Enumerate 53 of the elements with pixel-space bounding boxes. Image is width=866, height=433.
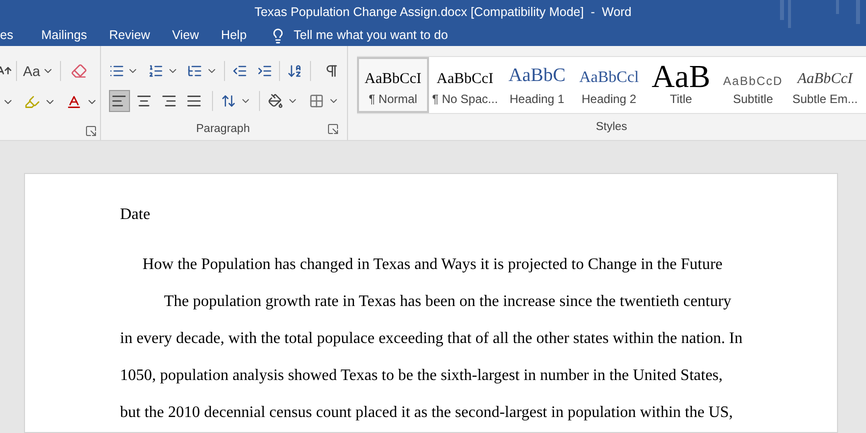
document-paragraph: How the Population has changed in Texas and Ways it is projected to Change in the Future (142, 255, 724, 275)
align-left-icon (111, 93, 128, 109)
style-tile[interactable]: AaBbC Heading 1 (501, 57, 573, 113)
style-preview: AaBbC (508, 64, 566, 88)
style-name: Title (670, 91, 692, 108)
sort-icon[interactable] (287, 63, 303, 79)
bullets-icon[interactable] (109, 63, 124, 79)
style-name: Subtle Em... (792, 91, 858, 108)
style-tile[interactable]: AaBbCcI Subtle Em... (789, 57, 861, 113)
align-right-icon (160, 93, 177, 109)
style-name: Heading 2 (582, 91, 636, 108)
group-label: Styles (596, 121, 628, 133)
ribbon-tab[interactable]: View (161, 26, 210, 45)
align-justify-icon (186, 93, 202, 109)
document-paragraph: Date (120, 205, 152, 225)
window-title: Texas Population Change Assign.docx [Compatibility Mode] - Word (254, 4, 632, 22)
document-paragraph: The population growth rate in Texas has been on the increase since the twentieth century in every decade, with the total populace exceeding that of all the other states within the nation. In 1050, population analysis showed Texas to be the sixth-largest in number in the United States, but the 2010 decennial census count placed it as the second-largest in population within the US, (120, 292, 744, 423)
align-center-icon (136, 93, 152, 109)
tell-me-search[interactable]: Tell me what you want to do (294, 26, 448, 45)
change-case-button[interactable]: Aa (21, 60, 56, 82)
style-tile[interactable]: AaBbCcD Subtitle (717, 57, 789, 113)
clear-formatting-icon[interactable] (71, 63, 88, 79)
style-tile[interactable]: AaBbCcI ¶ No Spac... (429, 57, 501, 113)
style-tile[interactable]: AaBbCcl Heading 2 (573, 57, 645, 113)
style-preview: AaBbCcI (364, 70, 422, 88)
style-preview: AaBbCcl (579, 68, 639, 88)
style-preview: AaBbCcI (798, 70, 852, 88)
style-tile[interactable]: AaBbCcI ¶ Normal (357, 57, 429, 113)
style-name: Heading 1 (510, 91, 564, 108)
style-name: Subtitle (732, 91, 774, 108)
ribbon-tab[interactable]: Review (98, 26, 162, 45)
show-formatting-icon[interactable] (324, 63, 340, 79)
ribbon-tab[interactable]: Mailings (30, 26, 98, 45)
style-preview: AaB (652, 62, 710, 90)
style-name: ¶ Normal (368, 91, 418, 108)
decrease-indent-icon[interactable] (232, 63, 248, 79)
style-tile[interactable]: AaB Title (645, 57, 717, 113)
ribbon-tab[interactable]: es (0, 26, 30, 45)
ribbon-tab[interactable]: Help (210, 26, 258, 45)
style-preview: AaBbCcI (436, 70, 494, 88)
borders-icon[interactable] (308, 93, 324, 109)
increase-indent-icon[interactable] (256, 63, 272, 79)
line-spacing-icon[interactable] (221, 93, 236, 109)
align-button[interactable] (109, 90, 130, 112)
dialog-launcher-icon[interactable] (85, 125, 97, 137)
style-preview: AaBbCcD (723, 73, 783, 90)
style-name: ¶ No Spac... (432, 91, 498, 108)
multilevel-list-icon[interactable] (187, 63, 203, 79)
shading-icon[interactable] (268, 93, 284, 109)
numbering-icon[interactable] (148, 63, 164, 79)
dialog-launcher-icon[interactable] (327, 123, 339, 136)
font-color-icon[interactable] (66, 94, 82, 110)
group-label: Paragraph (195, 122, 251, 137)
